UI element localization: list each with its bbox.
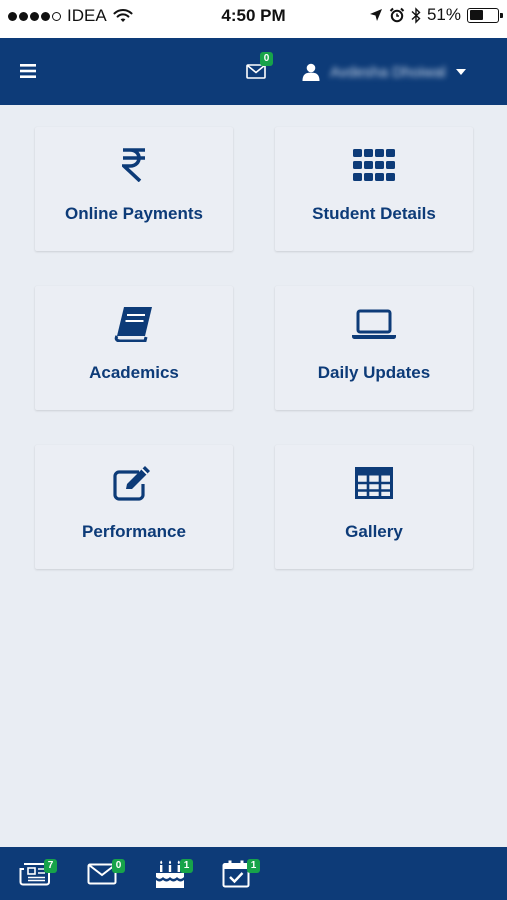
messages-button[interactable]: 0 [243,52,273,86]
laptop-icon [352,309,396,339]
tile-label: Daily Updates [317,363,431,382]
tile-online-payments[interactable]: Online Payments [35,127,233,251]
user-menu[interactable]: Avdesha Dhoiwal [302,58,466,86]
rupee-icon [122,148,145,182]
nav-messages[interactable]: 0 [87,859,125,890]
chevron-down-icon [455,69,466,75]
nav-birthdays[interactable]: 1 [155,859,193,890]
status-bar-right: 51% [369,5,503,25]
menu-button[interactable] [14,58,42,84]
user-name: Avdesha Dhoiwal [330,63,446,81]
alarm-clock-icon [389,7,405,23]
tile-icon-wrap [35,147,233,183]
battery-percent: 51% [426,5,461,24]
grid-icon [353,149,395,181]
tile-label: Student Details [312,204,436,223]
book-icon [114,307,152,342]
tile-label: Performance [82,522,186,541]
tile-daily-updates[interactable]: Daily Updates [275,286,473,410]
bottom-nav: 7 0 1 1 [0,847,507,900]
app-header: 0 Avdesha Dhoiwal [0,38,507,105]
tile-gallery[interactable]: Gallery [275,445,473,569]
nav-calendar[interactable]: 1 [222,859,260,890]
tile-icon-wrap [35,465,233,501]
messages-nav-badge: 0 [112,859,125,873]
envelope-icon [246,64,266,79]
nav-news[interactable]: 7 [19,859,57,890]
battery-icon [467,7,503,23]
battery-fill [469,10,484,20]
messages-badge: 0 [260,52,273,66]
tile-icon-wrap [275,147,473,183]
birthdays-badge: 1 [180,859,193,873]
location-arrow-icon [369,9,382,21]
hamburger-menu-icon [20,64,36,78]
tile-academics[interactable]: Academics [35,286,233,410]
table-icon [355,467,393,499]
tile-icon-wrap [275,465,473,501]
bluetooth-icon [411,6,421,24]
tile-label: Academics [89,363,179,382]
calendar-check-icon [222,860,250,888]
tile-performance[interactable]: Performance [35,445,233,569]
tile-label: Gallery [345,522,403,541]
status-bar: IDEA 4:50 PM 51% [0,0,507,38]
calendar-badge: 1 [247,859,260,873]
tile-icon-wrap [35,306,233,342]
tile-student-details[interactable]: Student Details [275,127,473,251]
edit-icon [113,466,150,501]
user-icon [302,63,320,81]
tile-label: Online Payments [65,204,203,223]
news-badge: 7 [44,859,57,873]
tile-icon-wrap [275,306,473,342]
